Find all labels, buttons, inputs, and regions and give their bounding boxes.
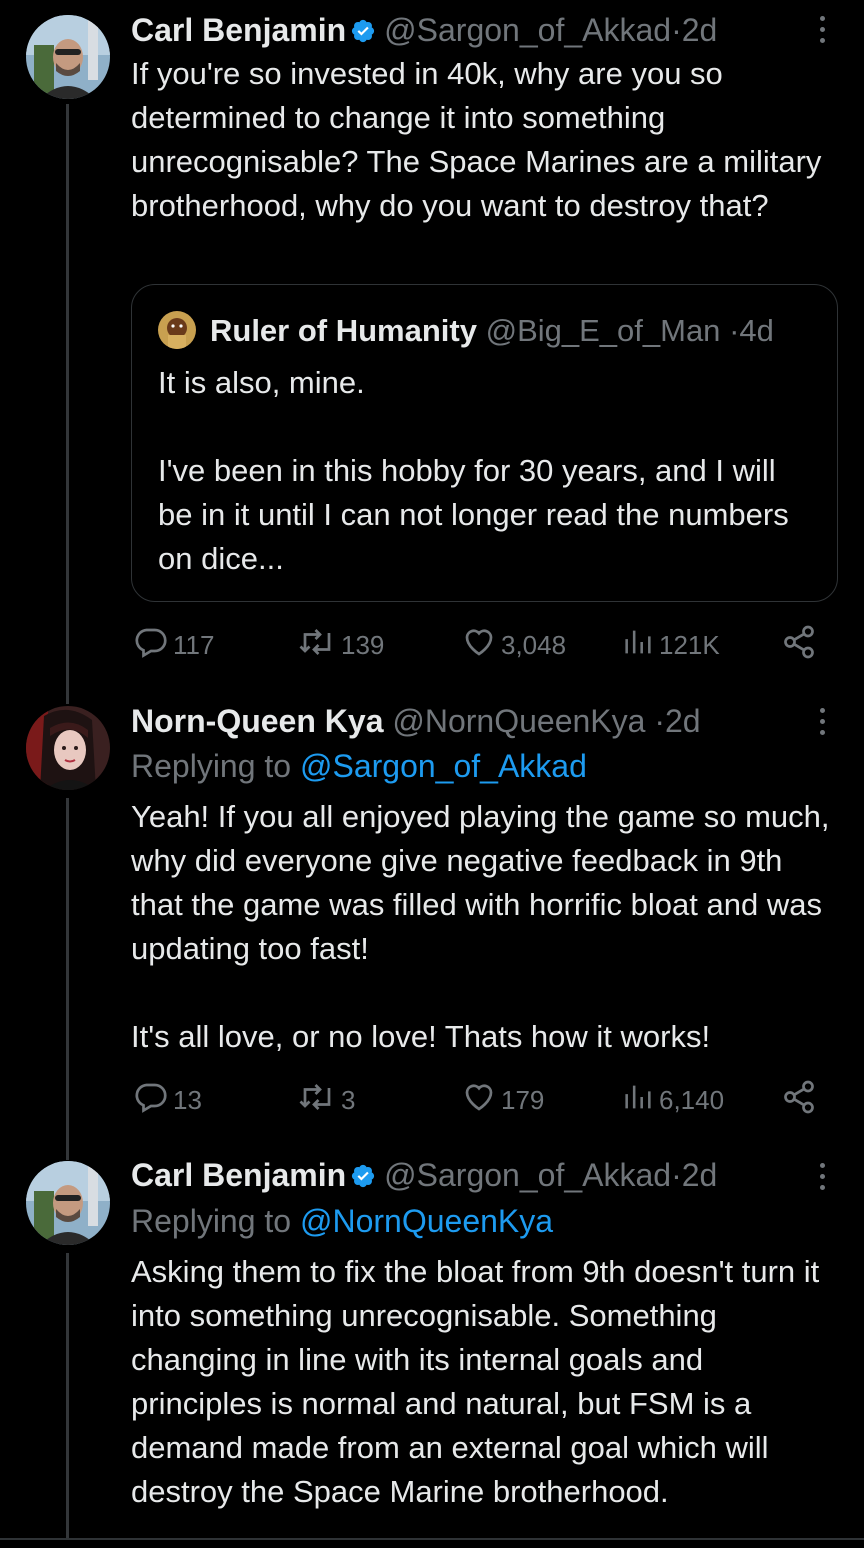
mention-link[interactable]: @Sargon_of_Akkad xyxy=(300,748,587,784)
display-name[interactable]: Carl Benjamin xyxy=(131,12,346,48)
thread-line xyxy=(66,690,69,704)
heart-icon xyxy=(461,1079,501,1122)
retweet-icon xyxy=(297,1079,341,1122)
timestamp[interactable]: 2d xyxy=(665,703,701,739)
tweet-header: Norn-Queen Kya @NornQueenKya ·2d xyxy=(131,701,804,741)
reply-count: 117 xyxy=(173,629,215,660)
like-count: 179 xyxy=(501,1084,545,1115)
more-icon[interactable] xyxy=(810,1157,834,1197)
retweet-count: 3 xyxy=(341,1084,356,1115)
action-bar: 13 3 179 6,140 xyxy=(131,1080,831,1120)
more-icon[interactable] xyxy=(810,702,834,742)
avatar-carl-benjamin[interactable] xyxy=(26,1161,110,1245)
like-count: 3,048 xyxy=(501,629,567,660)
like-button[interactable]: 179 xyxy=(461,1080,544,1120)
tweet-1[interactable]: Carl Benjamin @Sargon_of_Akkad·2d If you'… xyxy=(0,0,864,690)
handle[interactable]: @Sargon_of_Akkad xyxy=(384,1157,671,1193)
more-icon[interactable] xyxy=(810,10,834,50)
replying-label: Replying to xyxy=(131,1203,300,1239)
quoted-tweet-header: Ruler of Humanity @Big_E_of_Man ·4d xyxy=(158,311,774,349)
thread-line xyxy=(66,798,69,1145)
replying-to: Replying to @NornQueenKya xyxy=(131,1199,553,1243)
quoted-tweet[interactable]: Ruler of Humanity @Big_E_of_Man ·4d It i… xyxy=(131,284,838,602)
views-button[interactable]: 121K xyxy=(621,625,720,665)
views-count: 121K xyxy=(659,629,720,660)
share-icon xyxy=(781,1079,821,1122)
avatar-norn-queen-kya[interactable] xyxy=(26,706,110,790)
reply-icon xyxy=(133,624,173,667)
tweet-header: Carl Benjamin @Sargon_of_Akkad·2d xyxy=(131,1155,804,1195)
tweet-text: Asking them to fix the bloat from 9th do… xyxy=(131,1254,828,1509)
like-button[interactable]: 3,048 xyxy=(461,625,566,665)
quoted-display-name: Ruler of Humanity xyxy=(210,313,477,348)
timestamp[interactable]: 2d xyxy=(682,12,718,48)
views-icon xyxy=(621,1079,659,1122)
tweet-text: Yeah! If you all enjoyed playing the gam… xyxy=(131,799,830,1054)
handle[interactable]: @NornQueenKya xyxy=(392,703,645,739)
handle[interactable]: @Sargon_of_Akkad xyxy=(384,12,671,48)
quoted-handle: @Big_E_of_Man xyxy=(485,313,721,348)
thread-line xyxy=(66,1253,69,1548)
share-button[interactable] xyxy=(781,625,821,665)
views-button[interactable]: 6,140 xyxy=(621,1080,724,1120)
bottom-divider xyxy=(0,1538,864,1540)
timeline: Carl Benjamin @Sargon_of_Akkad·2d If you'… xyxy=(0,0,864,1548)
separator-dot: · xyxy=(729,313,740,348)
quoted-tweet-text: It is also, mine. I've been in this hobb… xyxy=(158,365,789,576)
separator-dot: · xyxy=(671,12,682,48)
reply-button[interactable]: 117 xyxy=(133,625,214,665)
mention-link[interactable]: @NornQueenKya xyxy=(300,1203,553,1239)
display-name[interactable]: Norn-Queen Kya xyxy=(131,703,383,739)
tweet-3[interactable]: Carl Benjamin @Sargon_of_Akkad·2d Replyin… xyxy=(0,1145,864,1548)
replying-label: Replying to xyxy=(131,748,300,784)
action-bar: 117 139 3,048 121K xyxy=(131,625,831,665)
tweet-2[interactable]: Norn-Queen Kya @NornQueenKya ·2d Replyin… xyxy=(0,690,864,1145)
separator-dot: · xyxy=(671,1157,682,1193)
verified-badge-icon xyxy=(350,13,376,43)
retweet-button[interactable]: 3 xyxy=(297,1080,355,1120)
share-button[interactable] xyxy=(781,1080,821,1120)
retweet-button[interactable]: 139 xyxy=(297,625,384,665)
tweet-header: Carl Benjamin @Sargon_of_Akkad·2d xyxy=(131,10,804,50)
replying-to: Replying to @Sargon_of_Akkad xyxy=(131,744,587,788)
reply-icon xyxy=(133,1079,173,1122)
quoted-timestamp: 4d xyxy=(739,313,774,348)
share-icon xyxy=(781,624,821,667)
timestamp[interactable]: 2d xyxy=(682,1157,718,1193)
retweet-icon xyxy=(297,624,341,667)
retweet-count: 139 xyxy=(341,629,385,660)
heart-icon xyxy=(461,624,501,667)
thread-line xyxy=(66,1145,69,1160)
reply-button[interactable]: 13 xyxy=(133,1080,202,1120)
views-icon xyxy=(621,624,659,667)
separator-dot: · xyxy=(654,703,665,739)
tweet-text: If you're so invested in 40k, why are yo… xyxy=(131,56,831,223)
thread-line xyxy=(66,104,69,690)
avatar-ruler-of-humanity xyxy=(158,311,196,349)
verified-badge-icon xyxy=(350,1158,376,1188)
display-name[interactable]: Carl Benjamin xyxy=(131,1157,346,1193)
avatar-carl-benjamin[interactable] xyxy=(26,15,110,99)
views-count: 6,140 xyxy=(659,1084,725,1115)
reply-count: 13 xyxy=(173,1084,202,1115)
